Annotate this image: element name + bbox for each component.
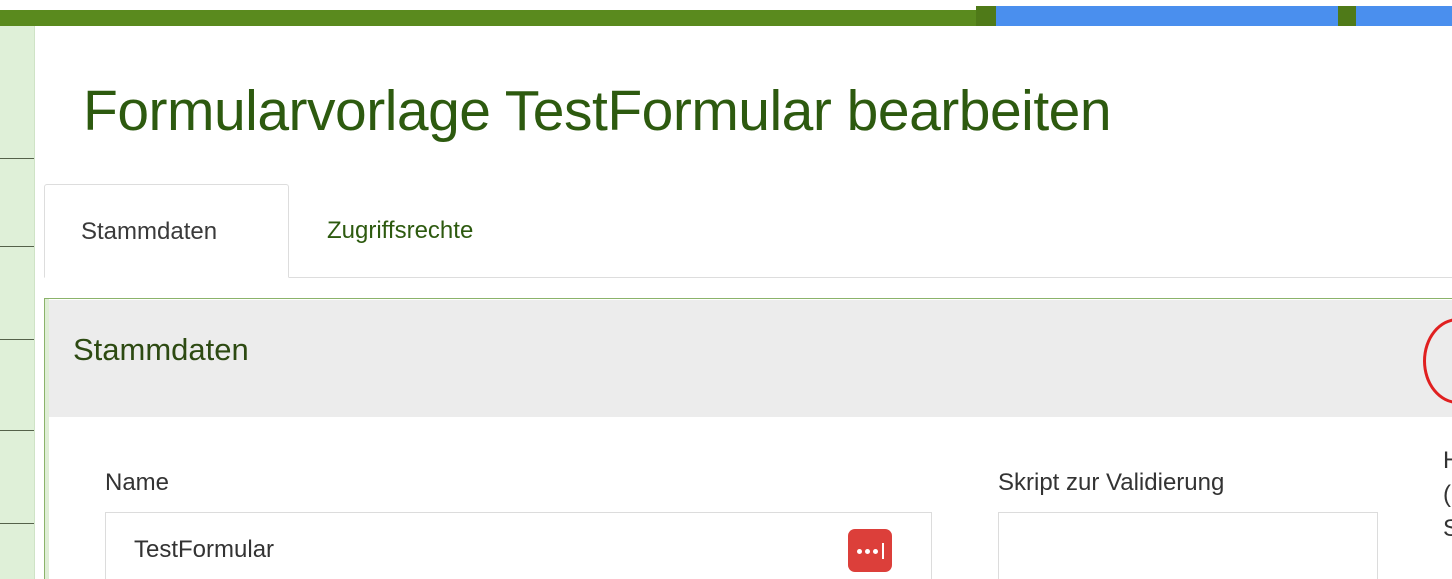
stammdaten-panel: Stammdaten Name TestFormular Skript zur … [44, 298, 1452, 579]
page-title: Formularvorlage TestFormular bearbeiten [83, 79, 1112, 143]
name-label: Name [105, 469, 170, 496]
top-bar-blue-segment[interactable] [996, 6, 1338, 26]
sidebar-divider [0, 246, 34, 247]
tab-stammdaten[interactable]: Stammdaten [44, 184, 289, 278]
left-sidebar-strip [0, 26, 35, 579]
help-text-line: S [1443, 515, 1452, 542]
panel-heading: Stammdaten [49, 300, 1452, 417]
sidebar-divider [0, 430, 34, 431]
sidebar-divider [0, 339, 34, 340]
top-bar-green-divider [1338, 6, 1356, 26]
top-bar-blue-segment-right[interactable] [1356, 6, 1452, 26]
help-text-line: H [1443, 447, 1452, 474]
sidebar-divider [0, 158, 34, 159]
password-dot [865, 549, 870, 554]
password-dot [873, 549, 878, 554]
tab-bar: Stammdaten Zugriffsrechte [44, 184, 1452, 278]
password-dot [857, 549, 862, 554]
tab-zugriffsrechte[interactable]: Zugriffsrechte [327, 184, 587, 278]
annotation-circle [1423, 318, 1452, 404]
app-window: Formularvorlage TestFormular bearbeiten … [0, 0, 1452, 579]
name-field[interactable]: TestFormular [105, 512, 932, 579]
password-cursor [882, 543, 884, 559]
top-bar-green-segment [0, 10, 996, 26]
panel-title: Stammdaten [73, 332, 249, 367]
top-bar-green-block [976, 6, 996, 26]
sidebar-divider [0, 523, 34, 524]
help-text-line: ( [1443, 481, 1451, 508]
name-field-value: TestFormular [134, 536, 275, 563]
validation-script-field[interactable] [998, 512, 1378, 579]
script-label: Skript zur Validierung [998, 469, 1225, 496]
top-bar [0, 0, 1452, 26]
help-text-cut-off: H ( S [1443, 444, 1452, 546]
password-manager-icon[interactable] [848, 529, 892, 572]
